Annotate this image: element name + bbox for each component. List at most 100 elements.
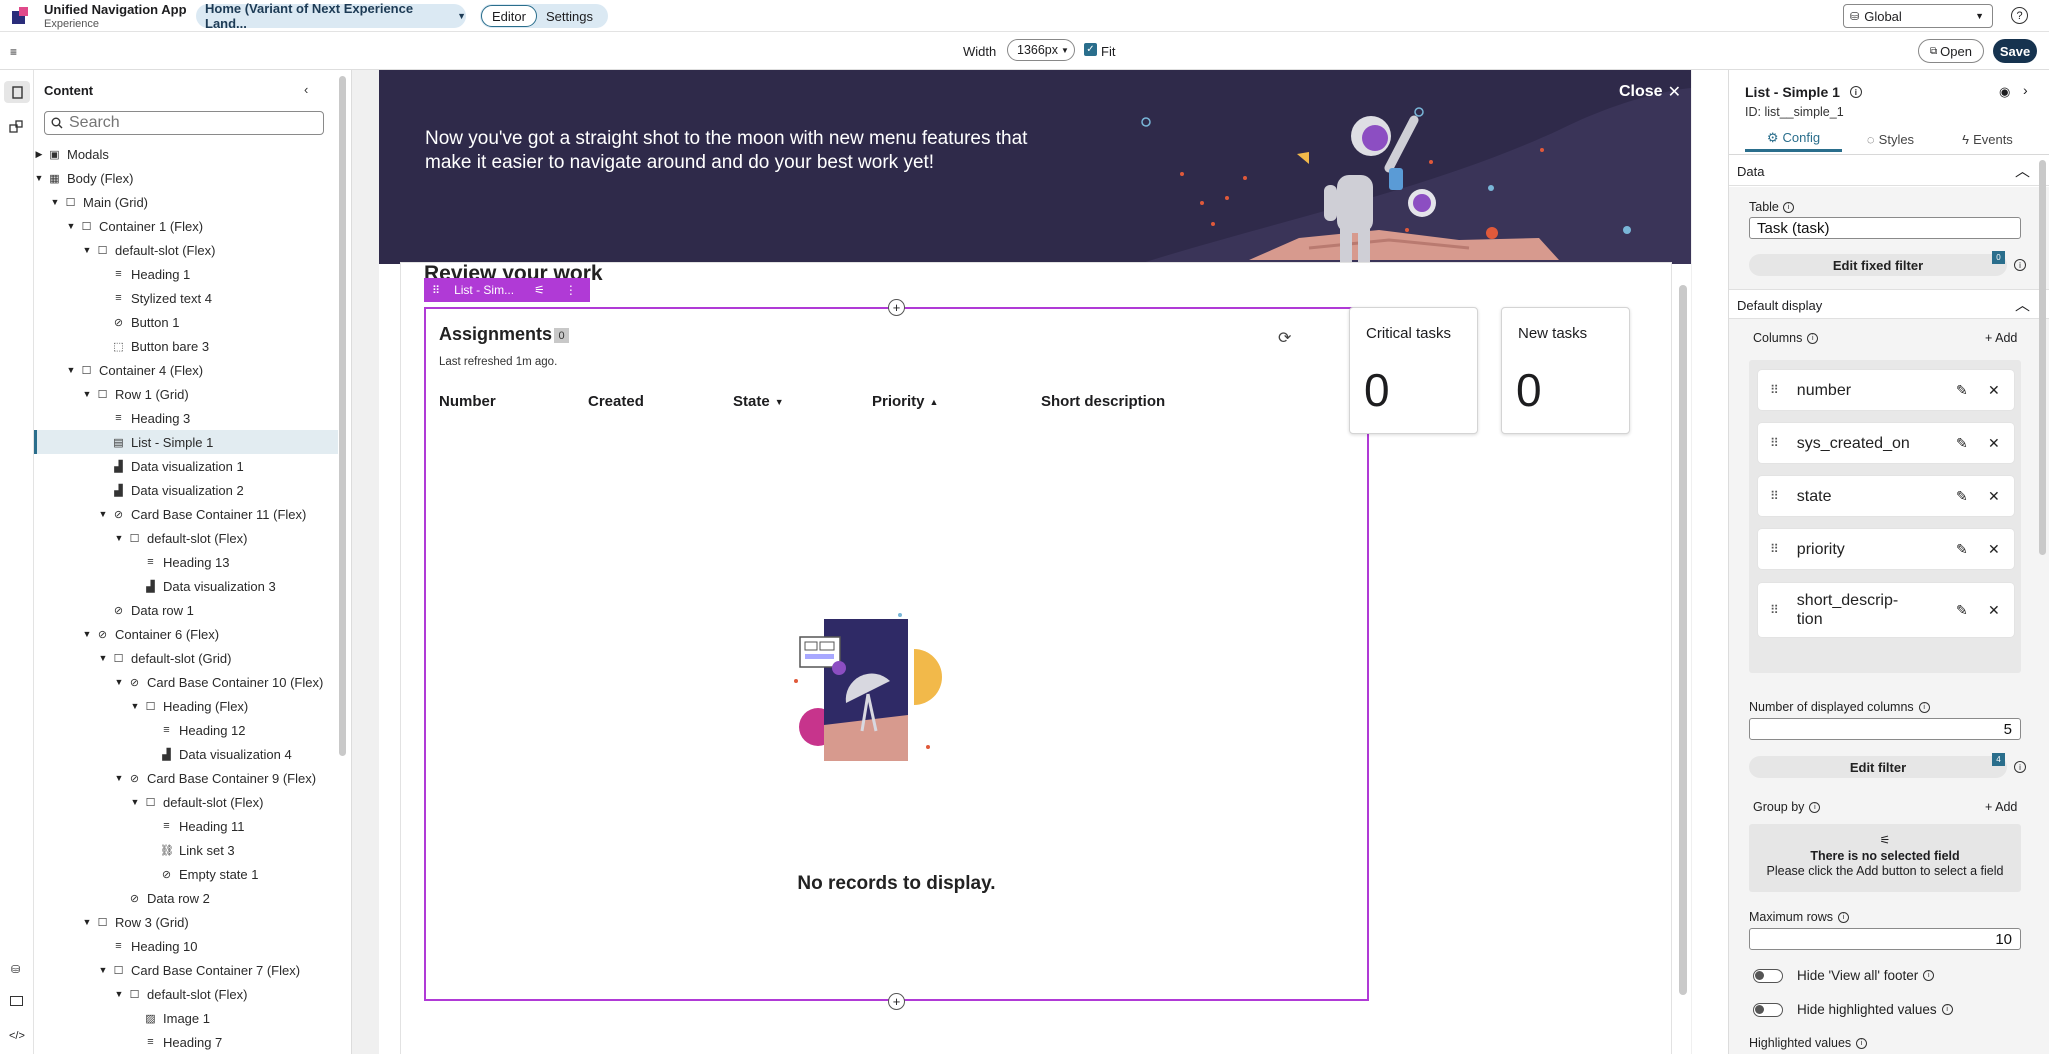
info-icon[interactable]: i: [1807, 332, 1819, 344]
max-rows-input[interactable]: 10: [1749, 928, 2021, 950]
tree-item[interactable]: ▼ ☐ default-slot (Grid): [34, 646, 338, 670]
help-icon[interactable]: ?: [2011, 7, 2028, 24]
tree-item[interactable]: ▼ ⊘ Card Base Container 10 (Flex): [34, 670, 338, 694]
tree-item[interactable]: ▼ ☐ Container 4 (Flex): [34, 358, 338, 382]
tree-item[interactable]: ≡ Heading 10: [34, 934, 338, 958]
search-input[interactable]: [69, 114, 309, 132]
list-header-state[interactable]: State ▼: [733, 393, 784, 410]
tree-item[interactable]: ≡ Heading 12: [34, 718, 338, 742]
banner-close-button[interactable]: Close ✕: [1619, 82, 1681, 102]
caret-down-icon[interactable]: ▼: [130, 701, 140, 711]
column-item[interactable]: ⠿ sys_created_on ✎ ✕: [1758, 423, 2014, 463]
tree-scrollbar[interactable]: [339, 76, 346, 756]
collapse-panel-icon[interactable]: ‹: [304, 82, 308, 97]
info-icon[interactable]: i: [2014, 259, 2026, 271]
tree-item[interactable]: ≡ Heading 1: [34, 262, 338, 286]
tree-item[interactable]: ⊘ Data row 1: [34, 598, 338, 622]
info-icon[interactable]: i: [1849, 86, 1862, 98]
drag-handle-icon[interactable]: ⠿: [1770, 489, 1779, 503]
content-rail-button[interactable]: [4, 81, 30, 103]
tree-item[interactable]: ▤ List - Simple 1: [34, 430, 338, 454]
components-rail-button[interactable]: [9, 120, 23, 137]
hide-highlighted-toggle[interactable]: [1753, 1003, 1783, 1017]
form-icon[interactable]: [10, 996, 23, 1006]
card-critical-tasks[interactable]: Critical tasks 0: [1349, 307, 1478, 434]
caret-down-icon[interactable]: ▼: [114, 677, 124, 687]
drag-handle-icon[interactable]: ⠿: [1770, 542, 1779, 556]
info-icon[interactable]: i: [2014, 761, 2026, 773]
edit-fixed-filter-button[interactable]: Edit fixed filter: [1749, 254, 2007, 276]
mode-editor-button[interactable]: Editor: [481, 5, 537, 27]
info-icon[interactable]: i: [1838, 911, 1850, 923]
tree-item[interactable]: ▨ Image 1: [34, 1006, 338, 1030]
list-component[interactable]: Assignments 0 Last refreshed 1m ago. ⟳ N…: [424, 307, 1369, 1001]
config-icon[interactable]: ⚟: [534, 283, 545, 297]
caret-down-icon[interactable]: ▼: [130, 797, 140, 807]
open-button[interactable]: ⧉ Open: [1918, 39, 1984, 63]
visibility-icon[interactable]: ◉: [1999, 84, 2010, 100]
drag-handle-icon[interactable]: ⠿: [1770, 436, 1779, 450]
tree-item[interactable]: ▶ ▣ Modals: [34, 142, 338, 166]
page-selector[interactable]: Home (Variant of Next Experience Land...…: [196, 1, 466, 31]
close-icon[interactable]: ✕: [1988, 488, 2000, 505]
caret-down-icon[interactable]: ▼: [66, 221, 76, 231]
info-icon[interactable]: i: [1923, 970, 1935, 981]
section-data-header[interactable]: Data ︿: [1729, 156, 2049, 186]
list-header-priority[interactable]: Priority ▲: [872, 393, 938, 410]
close-icon[interactable]: ✕: [1988, 435, 2000, 452]
displayed-cols-input[interactable]: 5: [1749, 718, 2021, 740]
caret-down-icon[interactable]: ▼: [114, 533, 124, 543]
tree-item[interactable]: ≡ Heading 7: [34, 1030, 338, 1054]
tree-item[interactable]: ▼ ⊘ Card Base Container 9 (Flex): [34, 766, 338, 790]
info-icon[interactable]: i: [1918, 701, 1930, 713]
caret-down-icon[interactable]: ▼: [114, 773, 124, 783]
mode-settings-button[interactable]: Settings: [546, 9, 593, 24]
more-icon[interactable]: ⋮: [565, 283, 577, 297]
info-icon[interactable]: i: [1941, 1004, 1953, 1015]
pencil-icon[interactable]: ✎: [1956, 602, 1968, 619]
caret-down-icon[interactable]: ▼: [50, 197, 60, 207]
menu-icon[interactable]: ≡: [10, 45, 17, 59]
list-header-number[interactable]: Number: [439, 393, 496, 410]
close-icon[interactable]: ✕: [1988, 602, 2000, 619]
tree-item[interactable]: ▼ ☐ Card Base Container 7 (Flex): [34, 958, 338, 982]
tree-item[interactable]: ▼ ☐ Container 1 (Flex): [34, 214, 338, 238]
pencil-icon[interactable]: ✎: [1956, 382, 1968, 399]
pencil-icon[interactable]: ✎: [1956, 488, 1968, 505]
width-select[interactable]: 1366px ▼: [1007, 39, 1075, 61]
caret-down-icon[interactable]: ▼: [114, 989, 124, 999]
caret-down-icon[interactable]: ▼: [66, 365, 76, 375]
tree-item[interactable]: ≡ Heading 11: [34, 814, 338, 838]
tree-item[interactable]: ▟ Data visualization 3: [34, 574, 338, 598]
close-panel-icon[interactable]: ›: [2023, 82, 2028, 98]
fit-checkbox[interactable]: ✓: [1084, 43, 1097, 56]
tab-events[interactable]: ϟ Events: [1939, 126, 2036, 152]
drag-handle-icon[interactable]: ⠿: [432, 284, 440, 297]
tree-item[interactable]: ▼ ☐ default-slot (Flex): [34, 790, 338, 814]
tree-item[interactable]: ≡ Heading 13: [34, 550, 338, 574]
app-logo[interactable]: [10, 6, 30, 26]
columns-add-button[interactable]: + Add: [1985, 331, 2017, 345]
caret-down-icon[interactable]: ▼: [98, 509, 108, 519]
caret-down-icon[interactable]: ▼: [82, 629, 92, 639]
add-component-bottom[interactable]: +: [888, 993, 905, 1010]
tree-item[interactable]: ≡ Stylized text 4: [34, 286, 338, 310]
tree-item[interactable]: ▟ Data visualization 1: [34, 454, 338, 478]
tree-item[interactable]: ⊘ Data row 2: [34, 886, 338, 910]
info-icon[interactable]: i: [1782, 201, 1794, 213]
caret-down-icon[interactable]: ▼: [34, 173, 44, 183]
tree-item[interactable]: ▼ ⊘ Card Base Container 11 (Flex): [34, 502, 338, 526]
tree-item[interactable]: ▼ ☐ Row 1 (Grid): [34, 382, 338, 406]
table-input[interactable]: Task (task): [1749, 217, 2021, 239]
card-new-tasks[interactable]: New tasks 0: [1501, 307, 1630, 434]
config-scrollbar[interactable]: [2039, 160, 2046, 555]
section-default-header[interactable]: Default display ︿: [1729, 289, 2049, 319]
search-box[interactable]: [44, 111, 324, 135]
refresh-icon[interactable]: ⟳: [1278, 328, 1291, 348]
close-icon[interactable]: ✕: [1988, 541, 2000, 558]
database-icon[interactable]: ⛁: [11, 963, 20, 976]
tree-item[interactable]: ▟ Data visualization 2: [34, 478, 338, 502]
hide-view-all-toggle[interactable]: [1753, 969, 1783, 983]
tree-item[interactable]: ⊘ Empty state 1: [34, 862, 338, 886]
list-header-short-description[interactable]: Short description: [1041, 393, 1165, 410]
